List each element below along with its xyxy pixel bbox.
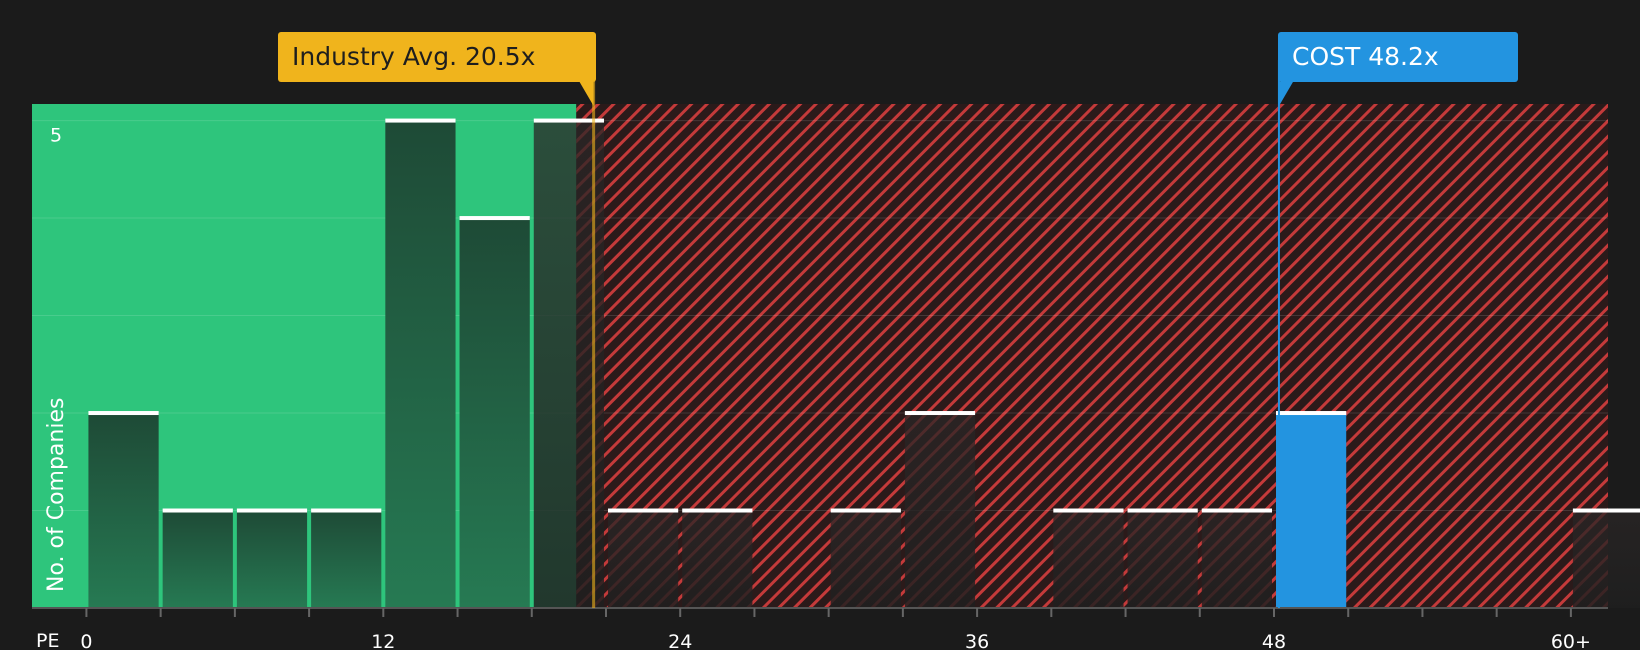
bar-top-line — [607, 508, 679, 513]
industry-average-callout: Industry Avg. 20.5x — [278, 32, 596, 82]
x-axis-label: PE — [36, 630, 59, 650]
bar-top-line — [830, 508, 901, 513]
y-axis-label: No. of Companies — [44, 398, 69, 592]
pe-distribution-chart: 5 0 12 24 36 48 60+ No. of Companies PE — [32, 60, 1640, 650]
histogram-bar — [459, 218, 530, 608]
histogram-bar — [311, 510, 382, 608]
bar-top-line — [904, 411, 976, 416]
histogram-bar — [682, 510, 753, 608]
bar-top-line — [1572, 508, 1640, 513]
histogram-bar — [236, 510, 308, 608]
x-tick-label: 48 — [1262, 631, 1286, 650]
bar-top-line — [88, 411, 159, 416]
bar-top-line — [682, 508, 753, 513]
bar-top-line — [1053, 508, 1124, 513]
histogram-bar — [1201, 510, 1272, 608]
histogram-bar — [385, 120, 456, 608]
y-tick-label: 5 — [50, 125, 62, 147]
bar-top-line — [311, 508, 382, 513]
x-tick-label: 36 — [965, 631, 989, 650]
bar-top-line — [1275, 411, 1347, 416]
company-pe-callout: COST 48.2x — [1278, 32, 1518, 82]
histogram-bar — [88, 413, 159, 608]
company-bar — [1275, 413, 1347, 608]
bar-top-line — [236, 508, 308, 513]
histogram-bar — [1127, 510, 1198, 608]
x-tick-label: 24 — [668, 631, 692, 650]
x-tick-label: 60+ — [1551, 631, 1591, 650]
histogram-bar — [830, 510, 901, 608]
bar-top-line — [1201, 508, 1272, 513]
x-tick-label: 12 — [371, 631, 395, 650]
x-axis: 0 12 24 36 48 60+ — [32, 607, 1608, 650]
histogram-bar — [607, 510, 679, 608]
company-callout-pointer — [1278, 82, 1293, 106]
bar-top-line — [385, 118, 456, 123]
industry-callout-pointer — [579, 82, 594, 106]
bar-top-line — [162, 508, 233, 513]
histogram-bar — [162, 510, 233, 608]
x-tick-label: 0 — [80, 631, 92, 650]
bar-top-line — [1127, 508, 1198, 513]
bar-top-line — [459, 216, 530, 221]
histogram-bar — [1572, 510, 1640, 608]
histogram-bar — [904, 413, 976, 608]
histogram-bar — [1053, 510, 1124, 608]
